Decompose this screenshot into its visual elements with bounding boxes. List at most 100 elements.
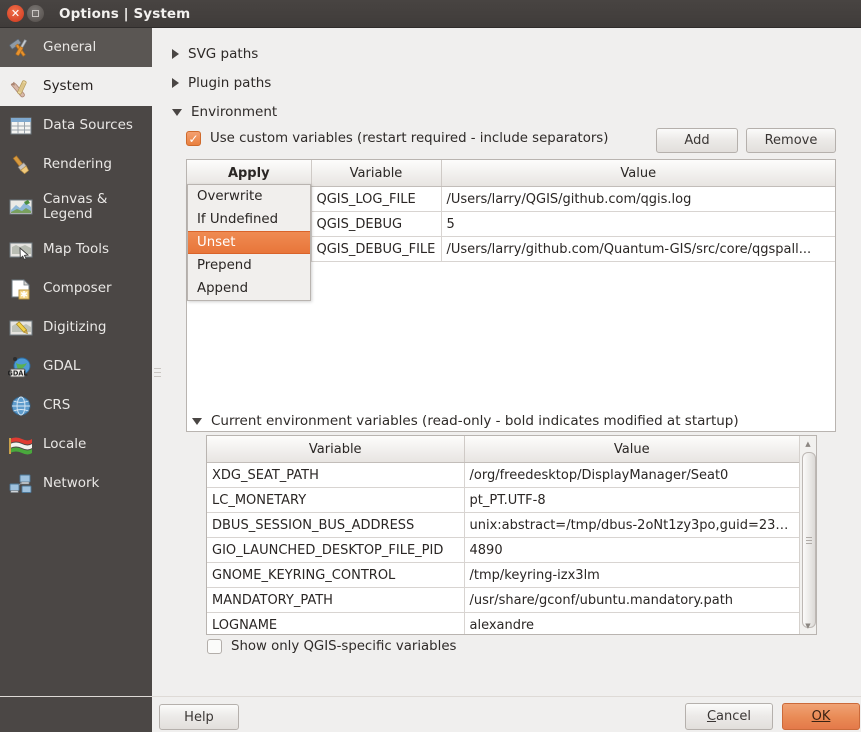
scroll-down-arrow-icon[interactable]: ▼ [800,619,816,633]
section-label: Environment [191,104,277,120]
svg-text:GDAL: GDAL [8,369,28,377]
sidebar[interactable]: General System [0,28,152,732]
sidebar-item-network[interactable]: Network [0,464,152,503]
dropdown-option-prepend[interactable]: Prepend [188,254,310,277]
column-header-variable[interactable]: Variable [311,160,441,187]
column-header-apply[interactable]: Apply [187,160,311,187]
table-vertical-scrollbar[interactable]: ▲ ▼ [799,436,816,634]
cell-variable[interactable]: MANDATORY_PATH [207,588,464,613]
table-row[interactable]: GNOME_KEYRING_CONTROL /tmp/keyring-izx3l… [207,563,799,588]
table-grid-icon [8,114,34,138]
cell-variable[interactable]: GIO_LAUNCHED_DESKTOP_FILE_PID [207,538,464,563]
section-label: Current environment variables (read-only… [211,413,739,429]
ok-button[interactable]: OK [782,703,860,730]
cell-value[interactable]: 4890 [464,538,799,563]
dropdown-option-unset[interactable]: Unset [188,231,310,254]
column-header-variable[interactable]: Variable [207,436,464,463]
section-label: SVG paths [188,46,258,62]
chevron-right-icon [172,49,179,59]
sidebar-item-general[interactable]: General [0,28,152,67]
cell-variable[interactable]: QGIS_DEBUG_FILE [311,237,441,262]
close-icon[interactable]: ✕ [7,5,24,22]
footer-divider [0,696,861,697]
content-pane: SVG paths Plugin paths Environment ✓ Use… [162,28,861,732]
sidebar-item-data-sources[interactable]: Data Sources [0,106,152,145]
cell-variable[interactable]: LOGNAME [207,613,464,635]
table-row[interactable]: LOGNAME alexandre [207,613,799,635]
cell-variable[interactable]: LC_MONETARY [207,488,464,513]
use-custom-variables-checkbox[interactable]: ✓ Use custom variables (restart required… [186,131,608,146]
sidebar-item-digitizing[interactable]: Digitizing [0,308,152,347]
cell-variable[interactable]: QGIS_DEBUG [311,212,441,237]
column-header-value[interactable]: Value [441,160,835,187]
hammer-screwdriver-icon [8,36,34,60]
show-only-qgis-variables-checkbox[interactable]: Show only QGIS-specific variables [207,639,456,654]
dropdown-option-label: Unset [197,235,235,250]
help-button[interactable]: Help [159,704,239,730]
dropdown-option-label: If Undefined [197,212,278,227]
table-row[interactable]: MANDATORY_PATH /usr/share/gconf/ubuntu.m… [207,588,799,613]
cell-variable[interactable]: XDG_SEAT_PATH [207,463,464,488]
cell-variable[interactable]: GNOME_KEYRING_CONTROL [207,563,464,588]
add-button[interactable]: Add [656,128,738,153]
help-button-label: Help [184,710,214,725]
apply-dropdown-popup[interactable]: Overwrite If Undefined Unset Prepend App… [187,184,311,301]
globe-wire-icon [8,394,34,418]
sidebar-item-canvas-legend[interactable]: Canvas & Legend [0,184,152,230]
remove-button[interactable]: Remove [746,128,836,153]
cell-value[interactable]: /usr/share/gconf/ubuntu.mandatory.path [464,588,799,613]
cell-value[interactable]: pt_PT.UTF-8 [464,488,799,513]
scroll-up-arrow-icon[interactable]: ▲ [800,437,816,451]
page-star-icon: ✱ [8,277,34,301]
table-row[interactable]: DBUS_SESSION_BUS_ADDRESS unix:abstract=/… [207,513,799,538]
gdal-globe-icon: GDAL [8,355,34,379]
cell-value[interactable]: /Users/larry/QGIS/github.com/qgis.log [441,187,835,212]
cell-value[interactable]: /org/freedesktop/DisplayManager/Seat0 [464,463,799,488]
dropdown-option-label: Overwrite [197,189,262,204]
use-custom-variables-label: Use custom variables (restart required -… [210,131,608,146]
map-cursor-icon [8,238,34,262]
sidebar-item-map-tools[interactable]: Map Tools [0,230,152,269]
window-title: Options | System [59,6,190,22]
section-environment[interactable]: Environment [164,97,469,126]
dropdown-option-append[interactable]: Append [188,277,310,300]
sidebar-item-system[interactable]: System [0,67,152,106]
section-current-environment-variables[interactable]: Current environment variables (read-only… [184,406,809,435]
cell-value[interactable]: /tmp/keyring-izx3lm [464,563,799,588]
dropdown-option-label: Append [197,281,248,296]
cell-value[interactable]: alexandre [464,613,799,635]
sidebar-item-locale[interactable]: Locale [0,425,152,464]
sidebar-item-crs[interactable]: CRS [0,386,152,425]
cancel-button[interactable]: Cancel [685,703,773,730]
chevron-right-icon [172,78,179,88]
cell-value[interactable]: /Users/larry/github.com/Quantum-GIS/src/… [441,237,835,262]
chevron-down-icon [192,418,202,425]
ok-button-label: OK [812,709,831,724]
maximize-icon[interactable] [27,5,44,22]
table-header-row: Variable Value [207,436,799,463]
cell-variable[interactable]: DBUS_SESSION_BUS_ADDRESS [207,513,464,538]
column-header-value[interactable]: Value [464,436,799,463]
sidebar-item-gdal[interactable]: GDAL GDAL [0,347,152,386]
sidebar-splitter[interactable] [152,28,162,732]
section-svg-paths[interactable]: SVG paths [164,39,469,68]
chevron-down-icon [172,109,182,116]
section-plugin-paths[interactable]: Plugin paths [164,68,469,97]
sidebar-item-composer[interactable]: ✱ Composer [0,269,152,308]
dropdown-option-if-undefined[interactable]: If Undefined [188,208,310,231]
dropdown-option-overwrite[interactable]: Overwrite [188,185,310,208]
add-button-label: Add [684,133,709,148]
sidebar-item-rendering[interactable]: Rendering [0,145,152,184]
table-row[interactable]: GIO_LAUNCHED_DESKTOP_FILE_PID 4890 [207,538,799,563]
remove-button-label: Remove [765,133,818,148]
scrollbar-thumb[interactable] [802,452,816,628]
current-environment-table[interactable]: Variable Value XDG_SEAT_PATH /org/freede… [206,435,817,635]
table-row[interactable]: XDG_SEAT_PATH /org/freedesktop/DisplayMa… [207,463,799,488]
section-label: Plugin paths [188,75,271,91]
cell-value[interactable]: 5 [441,212,835,237]
window-buttons: ✕ [7,5,44,22]
cell-variable[interactable]: QGIS_LOG_FILE [311,187,441,212]
table-row[interactable]: LC_MONETARY pt_PT.UTF-8 [207,488,799,513]
paintbrush-icon [8,153,34,177]
cell-value[interactable]: unix:abstract=/tmp/dbus-2oNt1zy3po,guid=… [464,513,799,538]
